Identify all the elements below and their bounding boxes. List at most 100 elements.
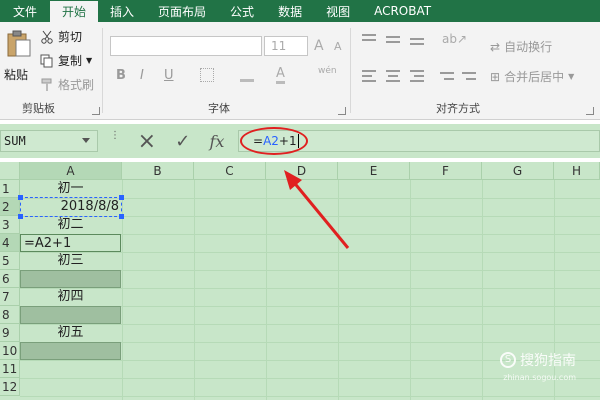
reference-handle[interactable]: [18, 214, 23, 219]
ribbon-tabs: 文件 开始 插入 页面布局 公式 数据 视图 ACROBAT: [0, 0, 600, 22]
gridline: [194, 180, 195, 400]
reference-handle[interactable]: [18, 195, 23, 200]
tab-home[interactable]: 开始: [50, 1, 99, 22]
merge-center-label: 合并后居中: [504, 70, 565, 84]
format-painter-button[interactable]: 格式刷: [40, 76, 94, 93]
row-header-5[interactable]: 5: [0, 252, 20, 270]
row-header-4[interactable]: 4: [0, 234, 20, 252]
formula-controls: × ✓ fx: [128, 129, 234, 154]
column-header-e[interactable]: E: [338, 162, 410, 180]
name-box-value: SUM: [4, 134, 26, 148]
tab-file[interactable]: 文件: [0, 0, 50, 22]
font-group-label: 字体: [208, 102, 230, 115]
cancel-icon[interactable]: ×: [138, 129, 156, 154]
group-divider: [102, 28, 103, 113]
watermark: S 搜狗指南: [500, 350, 576, 370]
border-icon[interactable]: [200, 68, 214, 82]
fill-color-icon[interactable]: [240, 68, 254, 82]
font-size-box[interactable]: 11: [264, 36, 308, 56]
merge-center-button[interactable]: ⊞ 合并后居中 ▼: [490, 68, 574, 85]
column-header-b[interactable]: B: [122, 162, 194, 180]
name-box-dropdown-icon[interactable]: [82, 138, 90, 143]
column-header-c[interactable]: C: [194, 162, 266, 180]
cut-button[interactable]: 剪切: [40, 28, 82, 45]
tab-view[interactable]: 视图: [314, 0, 362, 22]
row-header-2[interactable]: 2: [0, 198, 20, 216]
cell-a10[interactable]: [20, 342, 121, 360]
tab-formulas[interactable]: 公式: [218, 0, 266, 22]
reference-handle[interactable]: [119, 195, 124, 200]
formula-bar: SUM ⋮ × ✓ fx =A2+1: [0, 124, 600, 158]
brush-icon: [41, 78, 52, 91]
reference-handle[interactable]: [119, 214, 124, 219]
tab-acrobat[interactable]: ACROBAT: [362, 0, 443, 22]
row-header-10[interactable]: 10: [0, 342, 20, 360]
cell-a5[interactable]: 初三: [20, 252, 121, 270]
clipboard-group-label: 剪贴板: [22, 102, 55, 115]
bold-button[interactable]: B: [116, 68, 126, 83]
column-header-a[interactable]: A: [20, 162, 122, 180]
column-header-f[interactable]: F: [410, 162, 482, 180]
enter-icon[interactable]: ✓: [175, 131, 190, 152]
gridline: [20, 396, 600, 397]
group-divider: [350, 28, 351, 113]
row-header-3[interactable]: 3: [0, 216, 20, 234]
row-header-8[interactable]: 8: [0, 306, 20, 324]
alignment-group-label: 对齐方式: [436, 102, 480, 115]
alignment-launcher-icon[interactable]: [586, 107, 594, 115]
gridline: [410, 180, 411, 400]
chevron-down-icon: ▼: [568, 72, 575, 81]
cell-a4-editing[interactable]: =A2+1: [20, 234, 121, 252]
wrap-text-icon: ⇄: [490, 39, 501, 54]
cell-a1[interactable]: 初一: [20, 180, 121, 198]
paste-icon: [7, 30, 31, 57]
tab-page-layout[interactable]: 页面布局: [146, 0, 218, 22]
annotation-circle: [240, 127, 308, 155]
clipboard-launcher-icon[interactable]: [92, 107, 100, 115]
font-color-icon[interactable]: A: [276, 66, 285, 84]
font-size-value: 11: [271, 39, 287, 53]
cell-a9[interactable]: 初五: [20, 324, 121, 342]
font-name-box[interactable]: [110, 36, 262, 56]
cell-a3[interactable]: 初二: [20, 216, 121, 234]
row-header-9[interactable]: 9: [0, 324, 20, 342]
row-header-11[interactable]: 11: [0, 360, 20, 378]
ribbon: 粘贴 剪切 复制 ▼ 格式刷 剪贴板 11 A A B I U A wén 字体: [0, 22, 600, 120]
wrap-text-button[interactable]: ⇄ 自动换行: [490, 38, 552, 55]
column-header-h[interactable]: H: [554, 162, 600, 180]
row-header-6[interactable]: 6: [0, 270, 20, 288]
copy-icon: [40, 54, 53, 67]
tab-insert[interactable]: 插入: [98, 0, 146, 22]
cell-a6[interactable]: [20, 270, 121, 288]
column-header-d[interactable]: D: [266, 162, 338, 180]
orientation-icon[interactable]: ab↗: [442, 32, 467, 46]
gridline: [122, 180, 123, 400]
scissors-icon: [41, 30, 53, 44]
row-header-7[interactable]: 7: [0, 288, 20, 306]
row-header-1[interactable]: 1: [0, 180, 20, 198]
gridline: [338, 180, 339, 400]
copy-label: 复制: [58, 54, 83, 68]
watermark-text: 搜狗指南: [520, 353, 576, 369]
row-header-12[interactable]: 12: [0, 378, 20, 396]
phonetic-button[interactable]: wén: [318, 66, 337, 76]
tab-data[interactable]: 数据: [266, 0, 314, 22]
font-launcher-icon[interactable]: [338, 107, 346, 115]
insert-function-button[interactable]: fx: [209, 132, 224, 151]
cut-label: 剪切: [58, 30, 83, 44]
shrink-font-button[interactable]: A: [334, 40, 342, 53]
gridline: [482, 180, 483, 400]
underline-button[interactable]: U: [164, 68, 174, 83]
select-all-corner[interactable]: [0, 162, 20, 180]
column-header-g[interactable]: G: [482, 162, 554, 180]
copy-button[interactable]: 复制 ▼: [40, 52, 92, 69]
paste-label: 粘贴: [4, 68, 29, 82]
reference-highlight-a2: [20, 197, 122, 217]
cell-a8[interactable]: [20, 306, 121, 324]
merge-icon: ⊞: [490, 69, 501, 84]
wrap-text-label: 自动换行: [504, 40, 553, 54]
cell-a7[interactable]: 初四: [20, 288, 121, 306]
grow-font-button[interactable]: A: [314, 38, 324, 54]
italic-button[interactable]: I: [140, 68, 144, 83]
resize-handle-icon[interactable]: ⋮: [110, 131, 120, 141]
